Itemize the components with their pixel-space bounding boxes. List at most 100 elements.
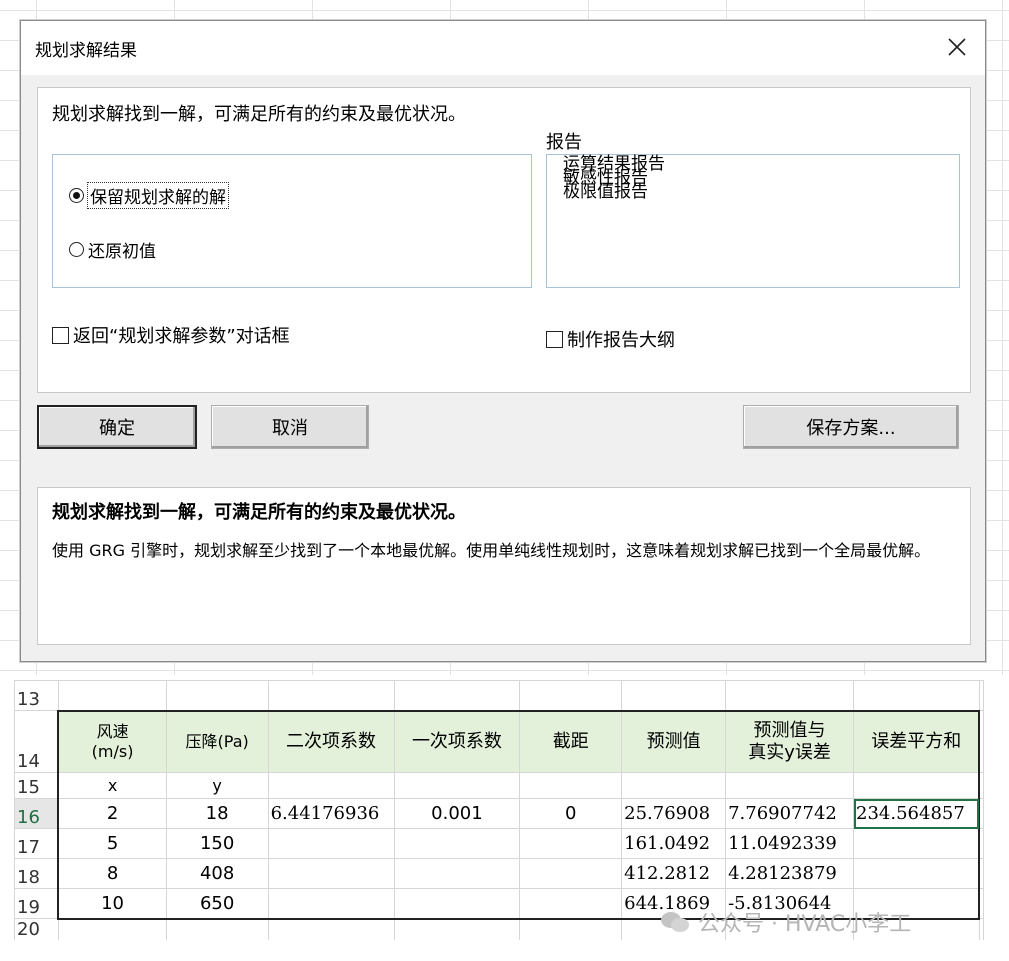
cell[interactable] bbox=[725, 680, 855, 711]
cell bbox=[978, 858, 984, 889]
table-row: 17 5 150 161.0492 11.0492339 bbox=[14, 828, 984, 859]
header-cell[interactable]: 二次项系数 bbox=[267, 709, 395, 773]
cell[interactable] bbox=[853, 858, 981, 889]
cell[interactable]: 6.44176936 bbox=[267, 798, 395, 829]
cell[interactable]: x bbox=[57, 772, 167, 799]
spreadsheet: 13 14 风速 (m/s) 压降(Pa) 二次项系数 一次项系数 截距 预测值… bbox=[14, 680, 984, 940]
cell[interactable] bbox=[519, 828, 623, 859]
cell[interactable] bbox=[267, 680, 395, 711]
outline-reports-checkbox[interactable]: 制作报告大纲 bbox=[546, 326, 675, 352]
cell[interactable]: 412.2812 bbox=[621, 858, 727, 889]
header-cell[interactable]: 一次项系数 bbox=[393, 709, 521, 773]
cell[interactable] bbox=[519, 680, 623, 711]
cell[interactable] bbox=[519, 918, 623, 940]
cell[interactable] bbox=[57, 918, 167, 940]
cell[interactable]: 25.76908 bbox=[621, 798, 727, 829]
cell[interactable]: 0.001 bbox=[393, 798, 521, 829]
result-options-panel: 规划求解找到一解，可满足所有的约束及最优状况。 报告 保留规划求解的解 还原初值… bbox=[37, 87, 971, 393]
header-cell[interactable]: 预测值 bbox=[621, 709, 727, 773]
detail-description: 使用 GRG 引擎时，规划求解至少找到了一个本地最优解。使用单纯线性规划时，这意… bbox=[52, 541, 931, 560]
row-number[interactable]: 18 bbox=[14, 858, 59, 889]
data-table: 13 14 风速 (m/s) 压降(Pa) 二次项系数 一次项系数 截距 预测值… bbox=[14, 680, 984, 940]
keep-solution-radio[interactable]: 保留规划求解的解 bbox=[69, 182, 229, 209]
cell[interactable]: 10 bbox=[57, 888, 167, 920]
cell[interactable] bbox=[519, 888, 623, 920]
row-number[interactable]: 16 bbox=[14, 798, 59, 829]
cell bbox=[978, 680, 984, 711]
cell[interactable]: 4.28123879 bbox=[725, 858, 855, 889]
cell[interactable] bbox=[267, 772, 395, 799]
checkbox-unchecked-icon bbox=[546, 330, 563, 348]
cell[interactable]: 7.76907742 bbox=[725, 798, 855, 829]
cell[interactable] bbox=[853, 828, 981, 859]
cell[interactable]: y bbox=[165, 772, 269, 799]
restore-values-radio[interactable]: 还原初值 bbox=[69, 237, 156, 262]
solution-options-group: 保留规划求解的解 还原初值 bbox=[52, 154, 532, 288]
cell bbox=[978, 798, 984, 829]
cell[interactable] bbox=[393, 888, 521, 920]
ok-button[interactable]: 确定 bbox=[37, 405, 197, 449]
cell[interactable] bbox=[393, 772, 521, 799]
outline-reports-label: 制作报告大纲 bbox=[567, 330, 675, 351]
close-button[interactable] bbox=[937, 29, 977, 65]
row-number[interactable]: 13 bbox=[14, 680, 59, 711]
header-cell[interactable]: 压降(Pa) bbox=[165, 709, 269, 773]
cell[interactable] bbox=[267, 888, 395, 920]
row-number[interactable]: 14 bbox=[14, 710, 59, 773]
row-number[interactable]: 20 bbox=[14, 918, 59, 940]
cell[interactable] bbox=[393, 858, 521, 889]
cell[interactable] bbox=[165, 680, 269, 711]
cell[interactable] bbox=[725, 772, 855, 799]
cell[interactable]: 11.0492339 bbox=[725, 828, 855, 859]
dialog-title: 规划求解结果 bbox=[35, 41, 137, 61]
watermark: 公众号 · HVAC小李工 bbox=[660, 906, 911, 938]
checkbox-unchecked-icon bbox=[52, 326, 69, 344]
cell[interactable]: 0 bbox=[519, 798, 623, 829]
cell bbox=[978, 772, 984, 799]
cell[interactable] bbox=[57, 680, 167, 711]
cell[interactable]: 8 bbox=[57, 858, 167, 889]
header-row: 14 风速 (m/s) 压降(Pa) 二次项系数 一次项系数 截距 预测值 预测… bbox=[14, 709, 984, 773]
table-row: 16 2 18 6.44176936 0.001 0 25.76908 7.76… bbox=[14, 798, 984, 829]
cell bbox=[978, 710, 984, 773]
row-number[interactable]: 15 bbox=[14, 772, 59, 799]
header-cell[interactable]: 风速 (m/s) bbox=[57, 709, 167, 773]
cell[interactable]: 650 bbox=[165, 888, 269, 920]
cell[interactable] bbox=[393, 828, 521, 859]
header-cell[interactable]: 误差平方和 bbox=[853, 709, 981, 773]
report-item-limits[interactable]: 极限值报告 bbox=[563, 181, 959, 203]
cell[interactable] bbox=[393, 680, 521, 711]
cell[interactable]: 161.0492 bbox=[621, 828, 727, 859]
row-number[interactable]: 19 bbox=[14, 888, 59, 919]
return-to-params-checkbox[interactable]: 返回“规划求解参数”对话框 bbox=[52, 322, 290, 348]
close-icon bbox=[948, 38, 966, 56]
return-to-params-label: 返回“规划求解参数”对话框 bbox=[73, 326, 290, 347]
cell[interactable] bbox=[621, 772, 727, 799]
cell[interactable] bbox=[267, 828, 395, 859]
cell[interactable]: 2 bbox=[57, 798, 167, 829]
cell[interactable] bbox=[853, 772, 981, 799]
cell[interactable] bbox=[267, 858, 395, 889]
watermark-text: 公众号 · HVAC小李工 bbox=[698, 912, 912, 937]
row-number[interactable]: 17 bbox=[14, 828, 59, 859]
cell[interactable] bbox=[853, 680, 980, 711]
active-cell[interactable]: 234.564857 bbox=[853, 798, 981, 829]
cell[interactable]: 18 bbox=[165, 798, 269, 829]
cell[interactable] bbox=[621, 680, 727, 711]
cell bbox=[978, 828, 984, 859]
cell[interactable] bbox=[267, 918, 395, 940]
report-label: 报告 bbox=[546, 132, 582, 153]
cancel-button[interactable]: 取消 bbox=[211, 405, 369, 449]
cell[interactable] bbox=[519, 772, 623, 799]
cell[interactable] bbox=[519, 858, 623, 889]
header-cell[interactable]: 预测值与 真实y误差 bbox=[725, 709, 855, 773]
cell[interactable] bbox=[393, 918, 521, 940]
report-list[interactable]: 运算结果报告 敏感性报告 极限值报告 bbox=[546, 154, 960, 288]
cell[interactable]: 408 bbox=[165, 858, 269, 889]
header-cell[interactable]: 截距 bbox=[519, 709, 623, 773]
table-row: 13 bbox=[14, 680, 984, 711]
cell[interactable]: 150 bbox=[165, 828, 269, 859]
cell[interactable]: 5 bbox=[57, 828, 167, 859]
cell[interactable] bbox=[165, 918, 269, 940]
save-scenario-button[interactable]: 保存方案... bbox=[743, 405, 959, 449]
